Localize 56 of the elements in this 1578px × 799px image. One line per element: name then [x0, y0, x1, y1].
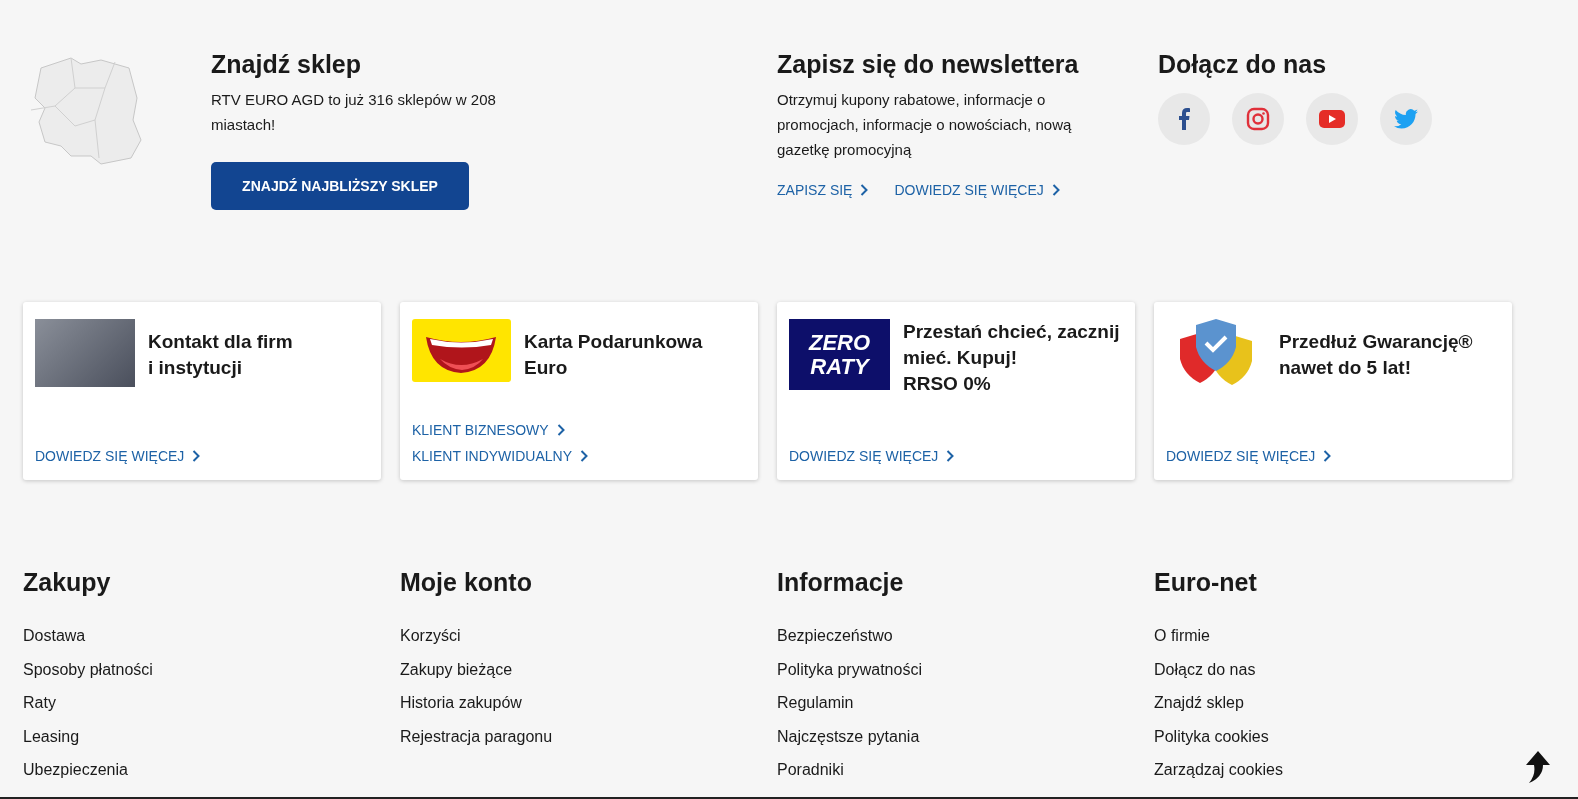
link[interactable]: DOWIEDZ SIĘ WIĘCEJ [35, 448, 369, 464]
section-title: Znajdź sklep [211, 50, 363, 79]
footer-link[interactable]: Dostawa [23, 619, 400, 653]
footer-link[interactable]: Zakupy bieżące [400, 652, 777, 686]
chevron-right-icon [1051, 184, 1060, 196]
find-store-button[interactable]: ZNAJDŹ NAJBLIŻSZY SKLEP [211, 162, 469, 210]
link[interactable]: DOWIEDZ SIĘ WIĘCEJ [894, 182, 1060, 198]
footer-link[interactable]: Rejestracja paragonu [400, 719, 777, 753]
footer-heading: Informacje [777, 568, 905, 597]
social-button[interactable] [1158, 93, 1210, 145]
link[interactable]: DOWIEDZ SIĘ WIĘCEJ [1166, 448, 1500, 464]
footer-link[interactable]: Regulamin [777, 686, 1154, 720]
link[interactable]: KLIENT INDYWIDUALNY [412, 448, 746, 464]
footer-link[interactable]: Poradniki [777, 753, 1154, 787]
youtube-icon [1319, 110, 1345, 128]
footer-link[interactable]: Polityka prywatności [777, 652, 1154, 686]
footer-link[interactable]: Sposoby płatności [23, 652, 400, 686]
card-title: Kontakt dla firm i instytucji [148, 330, 293, 380]
footer-link[interactable]: Raty [23, 686, 400, 720]
footer-link[interactable]: O firmie [1154, 619, 1531, 653]
link[interactable]: ZAPISZ SIĘ [777, 182, 869, 198]
link[interactable]: KLIENT BIZNESOWY [412, 422, 746, 438]
footer-link[interactable]: Polityka cookies [1154, 719, 1531, 753]
footer-link[interactable]: Leasing [23, 719, 400, 753]
facebook-icon [1178, 108, 1190, 130]
card-title: Karta Podarunkowa Euro [524, 330, 703, 380]
zero-raty-logo: ZERO RATY [789, 319, 890, 390]
chevron-right-icon [946, 450, 955, 462]
footer-link[interactable]: Historia zakupów [400, 686, 777, 720]
chevron-right-icon [1323, 450, 1332, 462]
link[interactable]: DOWIEDZ SIĘ WIĘCEJ [789, 448, 1123, 464]
footer-link[interactable]: Zarządzaj cookies [1154, 753, 1531, 787]
section-title: Zapisz się do newslettera [777, 50, 1080, 79]
section-title: Dołącz do nas [1158, 50, 1328, 79]
footer-link[interactable]: Bezpieczeństwo [777, 619, 1154, 653]
social-button[interactable] [1232, 93, 1284, 145]
chevron-right-icon [192, 450, 201, 462]
footer-link[interactable]: Korzyści [400, 619, 777, 653]
bird-icon [1394, 109, 1418, 129]
footer-link[interactable]: Ubezpieczenia [23, 753, 400, 787]
scroll-up-icon[interactable] [1525, 751, 1551, 783]
card-title: Przedłuż Gwarancję® nawet do 5 lat! [1279, 330, 1473, 380]
footer-heading: Moje konto [400, 568, 533, 597]
footer-link[interactable]: Znajdź sklep [1154, 686, 1531, 720]
footer-link[interactable]: Najczęstsze pytania [777, 719, 1154, 753]
footer-heading: Zakupy [23, 568, 112, 597]
chevron-right-icon [580, 450, 588, 462]
social-button[interactable] [1306, 93, 1358, 145]
chevron-right-icon [556, 424, 565, 436]
chevron-right-icon [860, 184, 869, 196]
instagram-icon [1246, 107, 1270, 131]
card-title: Przestań chcieć, zacznij mieć. Kupuj! RRSO 0% [903, 320, 1120, 396]
footer-heading: Euro-net [1154, 568, 1258, 597]
footer-link[interactable]: Dołącz do nas [1154, 652, 1531, 686]
newsletter-description: Otrzymuj kupony rabatowe, informacje o promocjach, informacje o nowościach, nową gazetkę promocyjną [777, 90, 1073, 160]
store-description: RTV EURO AGD to już 316 sklepów w 208 miastach! [211, 90, 497, 135]
